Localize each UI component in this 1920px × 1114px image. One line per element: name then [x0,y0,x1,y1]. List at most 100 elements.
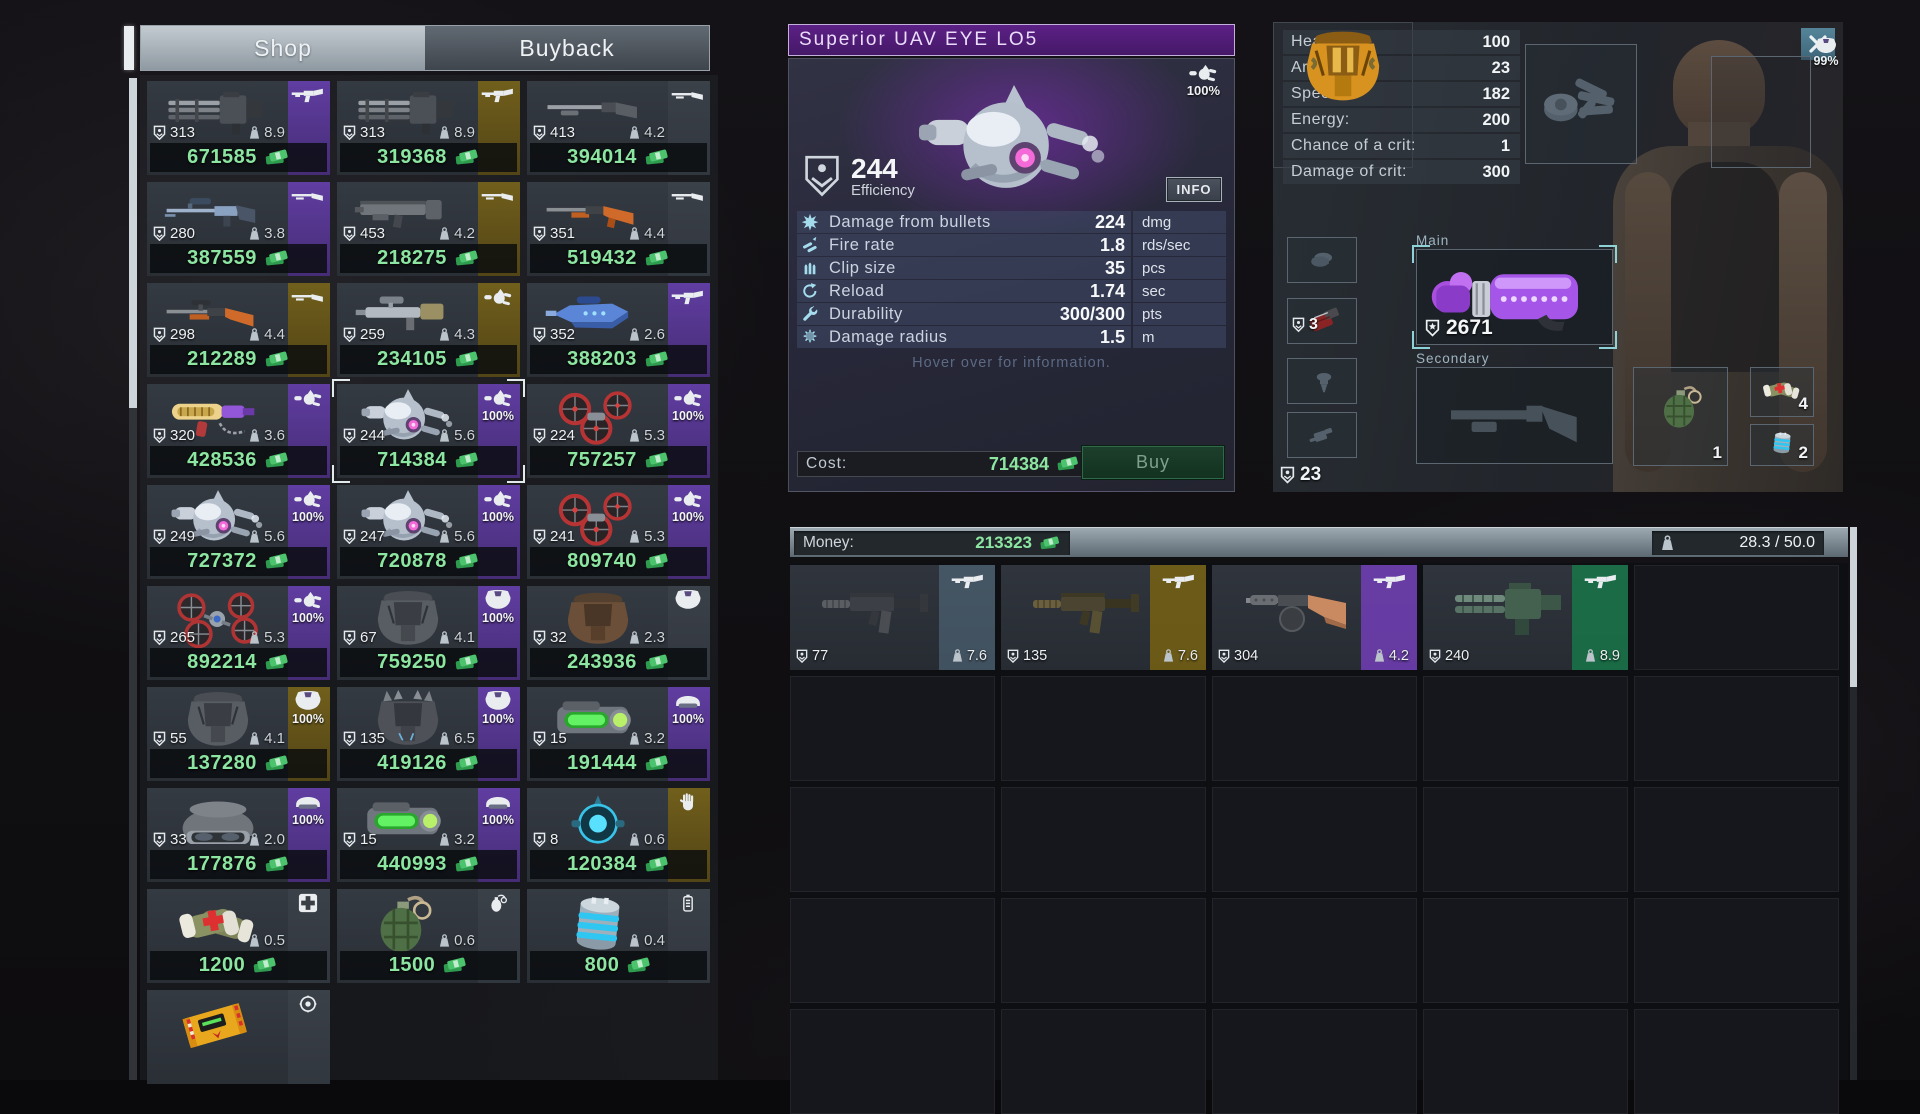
item-price: 394014 [530,143,707,172]
consumable-slot-1[interactable] [1287,237,1357,283]
consumable-slot-2[interactable]: 3 [1287,298,1357,344]
battery-icon [671,893,705,913]
item-armor-rating: 413 [533,124,575,141]
inventory-empty-cell[interactable] [1001,898,1206,1003]
rifle-icon [481,85,515,105]
consumable-slot-4[interactable] [1287,412,1357,458]
shop-item[interactable]: 100%2415.3809740 [527,485,710,579]
main-weapon-slot[interactable]: 2671 [1416,249,1613,345]
consumable-slot-3[interactable] [1287,358,1357,404]
inventory-empty-cell[interactable] [1001,676,1206,781]
shop-item[interactable]: 3138.9319368 [337,81,520,175]
item-armor-rating: 313 [153,124,195,141]
shop-item[interactable]: 100%1356.5419126 [337,687,520,781]
inventory-empty-cell[interactable] [1423,898,1628,1003]
shop-item[interactable]: 3522.6388203 [527,283,710,377]
inventory-empty-cell[interactable] [1212,898,1417,1003]
shop-item[interactable]: 100%2245.3757257 [527,384,710,478]
inventory-empty-cell[interactable] [1634,565,1839,670]
item-armor-rating: 135 [1007,648,1047,664]
item-price: 892214 [150,648,327,677]
item-armor-rating: 77 [796,648,828,664]
secondary-weapon-slot[interactable] [1416,367,1613,464]
condition-badge: 100% [482,510,514,524]
character-stat-value: 23 [1492,59,1510,78]
inventory-empty-cell[interactable] [1423,787,1628,892]
shop-scrollbar-thumb[interactable] [129,78,137,408]
inventory-item[interactable]: 77 7.6 [790,565,995,670]
item-weight: 3.2 [439,831,475,848]
item-price: 191444 [530,749,707,778]
grenade-slot[interactable]: 1 [1633,367,1728,466]
inventory-empty-cell[interactable] [790,676,995,781]
inventory-empty-cell[interactable] [1423,1009,1628,1114]
buy-button[interactable]: Buy [1082,446,1224,479]
shop-item[interactable]: 100%153.2191444 [527,687,710,781]
inventory-empty-cell[interactable] [1001,1009,1206,1114]
tab-buyback[interactable]: Buyback [425,26,709,70]
shop-item[interactable]: 0.4800 [527,889,710,983]
battery-count: 2 [1799,443,1808,463]
shop-item[interactable]: 4534.2218275 [337,182,520,276]
efficiency-shield-icon [803,155,841,199]
item-price: 137280 [150,749,327,778]
shop-item[interactable]: 0.51200 [147,889,330,983]
shop-item[interactable]: 80.6120384 [527,788,710,882]
money-value: 213323 [975,533,1032,553]
item-price: 671585 [150,143,327,172]
armor-icon [481,691,515,711]
inventory-empty-cell[interactable] [1634,787,1839,892]
item-price: 234105 [340,345,517,374]
inventory-empty-cell[interactable] [1634,676,1839,781]
shop-item[interactable]: 0.61500 [337,889,520,983]
shop-item[interactable] [147,990,330,1084]
ammo-crate-slot[interactable] [1525,44,1637,164]
shop-item[interactable]: 322.3243936 [527,586,710,680]
inventory-scrollbar-thumb[interactable] [1850,527,1857,687]
inventory-empty-cell[interactable] [1634,898,1839,1003]
inventory-empty-cell[interactable] [790,898,995,1003]
inventory-empty-cell[interactable] [1212,676,1417,781]
inventory-empty-cell[interactable] [790,1009,995,1114]
item-weight: 8.9 [1585,648,1620,664]
shop-item[interactable]: 100%2495.6727372 [147,485,330,579]
item-price: 212289 [150,345,327,374]
shop-item[interactable]: 100%554.1137280 [147,687,330,781]
inventory-empty-cell[interactable] [1212,787,1417,892]
battery-slot[interactable]: 2 [1750,424,1814,466]
helmet-slot[interactable] [1711,56,1811,168]
stat-label: Fire rate [829,236,1100,255]
shop-item[interactable]: 100%674.1759250 [337,586,520,680]
armor-icon [481,590,515,610]
inventory-empty-cell[interactable] [1634,1009,1839,1114]
character-stat-row: Damage of crit:300 [1283,160,1520,184]
uav-icon [291,590,325,610]
shop-item[interactable]: 100%153.2440993 [337,788,520,882]
inventory-item[interactable]: 135 7.6 [1001,565,1206,670]
shop-item[interactable]: 100%2475.6720878 [337,485,520,579]
plus-icon [291,893,325,913]
medkit-slot[interactable]: 4 [1750,367,1814,417]
inventory-empty-cell[interactable] [1212,1009,1417,1114]
shop-item[interactable]: 3514.4519432 [527,182,710,276]
item-armor-rating: 15 [533,730,567,747]
shop-item[interactable]: 3138.9671585 [147,81,330,175]
inventory-item[interactable]: 240 8.9 [1423,565,1628,670]
tab-shop[interactable]: Shop [141,26,425,70]
inventory-empty-cell[interactable] [1001,787,1206,892]
inventory-empty-cell[interactable] [790,787,995,892]
item-weight: 5.6 [249,528,285,545]
info-button[interactable]: INFO [1166,177,1222,202]
character-stat-value: 100 [1482,33,1510,52]
ammo-crate-icon [1526,67,1636,137]
inventory-item[interactable]: 304 4.2 [1212,565,1417,670]
shop-item[interactable]: 4134.2394014 [527,81,710,175]
shop-item[interactable]: 100%2655.3892214 [147,586,330,680]
shop-item[interactable]: 2803.8387559 [147,182,330,276]
inventory-empty-cell[interactable] [1423,676,1628,781]
shop-item[interactable]: 100%2445.6714384 [337,384,520,478]
shop-item[interactable]: 100%332.0177876 [147,788,330,882]
shop-item[interactable]: 3203.6428536 [147,384,330,478]
shop-item[interactable]: 2594.3234105 [337,283,520,377]
shop-item[interactable]: 2984.4212289 [147,283,330,377]
